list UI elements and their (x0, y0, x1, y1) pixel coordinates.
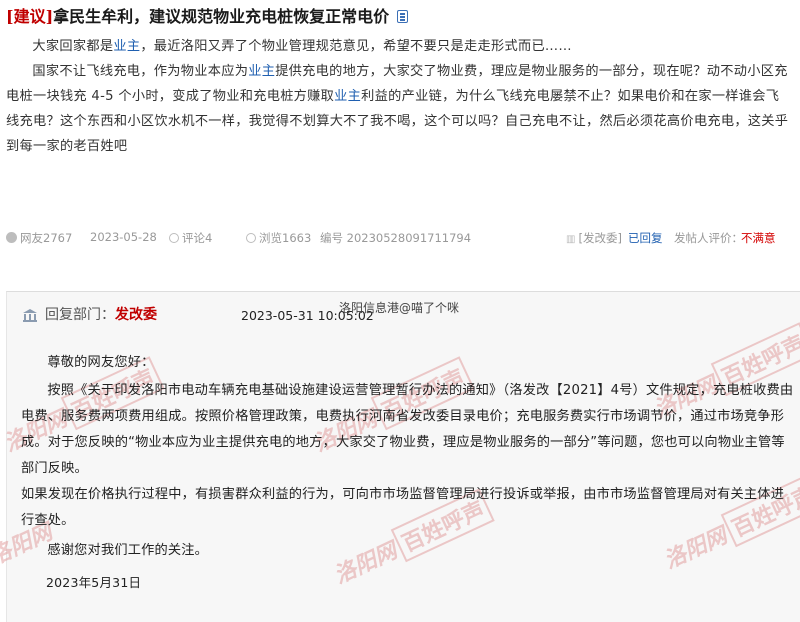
text-run: 国家不让飞线充电，作为物业本应为 (32, 64, 249, 79)
reply-dept-name: 发改委 (115, 307, 157, 323)
post-content: 大家回家都是业主，最近洛阳又弄了个物业管理规范意见，希望不要只是走走形式而已……… (6, 34, 792, 159)
reply-content: 尊敬的网友您好： 按照《关于印发洛阳市电动车辆充电基础设施建设运营管理暂行办法的… (21, 350, 797, 596)
user-icon (6, 232, 17, 243)
keyword-link[interactable]: 业主 (248, 64, 275, 79)
reply-greeting: 尊敬的网友您好： (47, 355, 155, 370)
post-date: 2023-05-28 (90, 230, 157, 244)
reply-section: 回复部门：发改委 2023-05-31 10:05:02 洛阳信息港@喵了个咪 … (0, 291, 800, 622)
text-run: ，最近洛阳又弄了个物业管理规范意见，希望不要只是走走形式而已…… (140, 39, 572, 54)
author[interactable]: 网友2767 (6, 230, 72, 246)
image-watermark: 洛阳信息港@喵了个咪 (339, 301, 460, 315)
text-run: 大家回家都是 (32, 39, 114, 54)
keyword-link[interactable]: 业主 (334, 89, 361, 104)
views-count: 浏览1663 (246, 230, 311, 246)
rating-value: 不满意 (741, 231, 776, 245)
author-name: 网友2767 (20, 231, 73, 245)
rating-label: 发帖人评价： (674, 231, 743, 245)
post-paragraph-2: 国家不让飞线充电，作为物业本应为业主提供充电的地方，大家交了物业费，理应是物业服… (6, 59, 792, 159)
building-icon (23, 309, 37, 322)
document-icon[interactable] (397, 10, 409, 23)
comments-count[interactable]: 评论4 (169, 230, 212, 246)
comments-label: 评论4 (182, 231, 213, 245)
post-meta-bar: 网友2767 2023-05-28 评论4 浏览1663 编号 20230528… (6, 230, 796, 248)
post-tag: [建议] (6, 7, 54, 26)
reply-dept: 回复部门：发改委 (45, 304, 157, 324)
keyword-link[interactable]: 业主 (113, 39, 140, 54)
reply-status-link[interactable]: 已回复 (628, 230, 663, 246)
eye-icon (246, 233, 256, 243)
reply-paragraph-2: 如果发现在价格执行过程中，有损害群众利益的行为，可向市市场监督管理局进行投诉或举… (21, 487, 785, 528)
views-label: 浏览1663 (259, 231, 312, 245)
post-title-text: 拿民生牟利，建议规范物业充电桩恢复正常电价 (53, 7, 390, 26)
post-title: [建议]拿民生牟利，建议规范物业充电桩恢复正常电价 (6, 6, 786, 28)
reply-dept-label: 回复部门： (45, 307, 115, 323)
reply-date: 2023年5月31日 (46, 575, 142, 590)
dept-tag-label: [发改委] (578, 231, 622, 245)
serial-number: 编号 20230528091711794 (320, 231, 472, 245)
pad-icon: ▥ (566, 234, 576, 245)
reply-paragraph-1: 按照《关于印发洛阳市电动车辆充电基础设施建设运营管理暂行办法的通知》（洛发改【2… (21, 383, 794, 476)
reply-header: 回复部门：发改委 2023-05-31 10:05:02 洛阳信息港@喵了个咪 (7, 292, 800, 338)
reply-thanks: 感谢您对我们工作的关注。 (47, 543, 209, 558)
post-paragraph-1: 大家回家都是业主，最近洛阳又弄了个物业管理规范意见，希望不要只是走走形式而已…… (6, 34, 792, 59)
dept-tag: ▥ [发改委] (566, 230, 622, 246)
comment-icon (169, 233, 179, 243)
